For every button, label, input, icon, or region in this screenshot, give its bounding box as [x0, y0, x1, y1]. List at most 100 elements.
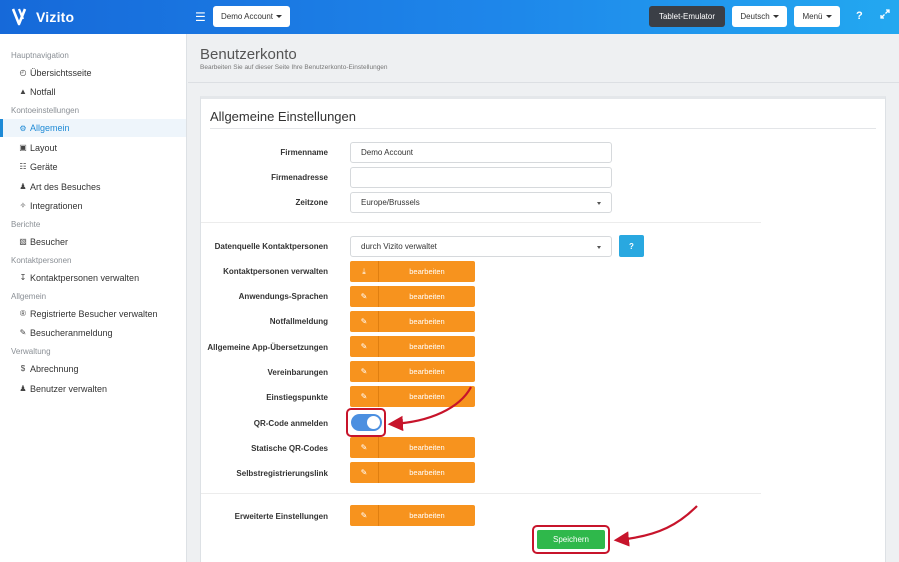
- users-icon: ♟: [19, 182, 27, 191]
- kontaktpersonen-verwalten-edit-button[interactable]: ⤓ bearbeiten: [350, 261, 475, 282]
- tablet-emulator-label: Tablet-Emulator: [658, 12, 716, 21]
- sidebar-heading-allgemein: Allgemein: [11, 292, 47, 301]
- edit-button-label: bearbeiten: [409, 468, 445, 477]
- sitemap-icon: ☷: [19, 162, 27, 171]
- selbstregistrierungslink-label: Selbstregistrierungslink: [236, 469, 328, 478]
- image-icon: ▣: [19, 143, 27, 152]
- sidebar-heading-verwaltung: Verwaltung: [11, 347, 51, 356]
- edit-icon: ✎: [350, 361, 379, 382]
- notfallmeldung-edit-button[interactable]: ✎ bearbeiten: [350, 311, 475, 332]
- edit-icon: ✎: [350, 286, 379, 307]
- edit-button-label: bearbeiten: [409, 367, 445, 376]
- qr-code-toggle[interactable]: [351, 414, 382, 431]
- dollar-icon: $: [20, 364, 26, 373]
- account-dropdown[interactable]: Demo Account: [213, 6, 290, 27]
- edit-icon: ✎: [350, 505, 379, 526]
- sidebar-item-label: Abrechnung: [30, 363, 79, 374]
- edit-button-label: bearbeiten: [409, 267, 445, 276]
- account-dropdown-label: Demo Account: [220, 12, 274, 21]
- save-button[interactable]: Speichern: [537, 530, 605, 549]
- firmenadresse-label: Firmenadresse: [271, 173, 328, 182]
- sidebar-item-besucheranmeldung[interactable]: ✎ Besucheranmeldung: [0, 324, 186, 341]
- edit-button-label: bearbeiten: [409, 292, 445, 301]
- page-title: Benutzerkonto: [200, 46, 297, 63]
- sidebar-item-label: Übersichtsseite: [30, 67, 92, 78]
- edit-button-label: bearbeiten: [409, 443, 445, 452]
- hamburger-menu-icon[interactable]: ☰: [195, 10, 206, 24]
- section-divider: [201, 222, 761, 223]
- erweiterte-einstellungen-edit-button[interactable]: ✎ bearbeiten: [350, 505, 475, 526]
- sidebar-item-label: Besucheranmeldung: [30, 327, 113, 338]
- edit-icon: ✎: [350, 386, 379, 407]
- statische-qr-codes-label: Statische QR-Codes: [251, 444, 328, 453]
- einstiegspunkte-edit-button[interactable]: ✎ bearbeiten: [350, 386, 475, 407]
- kontaktpersonen-verwalten-label: Kontaktpersonen verwalten: [223, 267, 328, 276]
- caret-down-icon: [825, 15, 832, 18]
- sidebar-item-label: Layout: [30, 142, 58, 153]
- download-icon: ↧: [19, 273, 27, 282]
- sidebar-item-label: Kontaktpersonen verwalten: [30, 272, 140, 283]
- user-plus-icon: ♟: [19, 384, 27, 393]
- datenquelle-select[interactable]: durch Vizito verwaltet: [350, 236, 612, 257]
- edit-icon: ✎: [350, 437, 379, 458]
- erweiterte-einstellungen-label: Erweiterte Einstellungen: [234, 512, 328, 521]
- expand-icon[interactable]: [880, 9, 890, 22]
- vizito-logo-icon: [12, 8, 27, 26]
- gear-icon: ⚙: [19, 123, 27, 133]
- panel-title-divider: [210, 128, 876, 129]
- firmenadresse-input[interactable]: [350, 167, 612, 188]
- page-subtitle: Bearbeiten Sie auf dieser Seite Ihre Ben…: [200, 64, 388, 71]
- toggle-knob: [367, 416, 380, 429]
- edit-button-label: bearbeiten: [409, 392, 445, 401]
- top-navbar: Vizito ☰ Demo Account Tablet-Emulator De…: [0, 0, 899, 34]
- help-circle-icon[interactable]: ?: [856, 10, 863, 22]
- firmenname-label: Firmenname: [280, 148, 328, 157]
- panel-title: Allgemeine Einstellungen: [210, 109, 356, 124]
- app-uebersetzungen-label: Allgemeine App-Übersetzungen: [207, 343, 328, 352]
- brand-logo[interactable]: Vizito: [12, 8, 74, 26]
- qr-code-anmelden-label: QR-Code anmelden: [253, 419, 328, 428]
- edit-button-label: bearbeiten: [409, 317, 445, 326]
- menu-dropdown-label: Menü: [802, 12, 823, 21]
- section-divider: [201, 493, 761, 494]
- gauge-icon: ◴: [19, 68, 27, 77]
- edit-button-label: bearbeiten: [409, 342, 445, 351]
- selbstregistrierungslink-edit-button[interactable]: ✎ bearbeiten: [350, 462, 475, 483]
- edit-icon: ✎: [350, 311, 379, 332]
- sidebar-heading-kontaktpersonen: Kontaktpersonen: [11, 256, 72, 265]
- edit-button-label: bearbeiten: [409, 511, 445, 520]
- vereinbarungen-label: Vereinbarungen: [267, 368, 328, 377]
- einstiegspunkte-label: Einstiegspunkte: [266, 393, 328, 402]
- anwendungs-sprachen-label: Anwendungs-Sprachen: [238, 292, 328, 301]
- header-divider: [188, 82, 899, 83]
- language-dropdown-label: Deutsch: [740, 12, 770, 21]
- plug-icon: ✧: [19, 201, 27, 210]
- menu-dropdown[interactable]: Menü: [794, 6, 840, 27]
- caret-down-icon: [276, 15, 283, 18]
- sidebar-item-label: Allgemein: [30, 123, 70, 133]
- sidebar-heading-berichte: Berichte: [11, 220, 41, 229]
- sidebar-heading-kontoeinstellungen: Kontoeinstellungen: [11, 106, 80, 115]
- sidebar-item-uebersichtsseite[interactable]: ◴ Übersichtsseite: [0, 64, 186, 81]
- sidebar-item-allgemein[interactable]: ⚙ Allgemein: [0, 119, 186, 137]
- sidebar-item-label: Art des Besuches: [30, 181, 101, 192]
- firmenname-input[interactable]: Demo Account: [350, 142, 612, 163]
- language-dropdown[interactable]: Deutsch: [732, 6, 787, 27]
- brand-name: Vizito: [36, 9, 75, 25]
- sidebar-item-label: Integrationen: [30, 200, 83, 211]
- sidebar-item-notfall[interactable]: ▲ Notfall: [0, 83, 186, 100]
- vereinbarungen-edit-button[interactable]: ✎ bearbeiten: [350, 361, 475, 382]
- zeitzone-select[interactable]: Europe/Brussels: [350, 192, 612, 213]
- statische-qr-codes-edit-button[interactable]: ✎ bearbeiten: [350, 437, 475, 458]
- sidebar-item-label: Notfall: [30, 86, 56, 97]
- warning-icon: ▲: [19, 87, 27, 96]
- datenquelle-help-button[interactable]: ?: [619, 235, 644, 257]
- registered-icon: ®: [20, 309, 26, 318]
- download-icon: ⤓: [350, 261, 379, 282]
- sidebar-item-label: Besucher: [30, 236, 69, 247]
- app-uebersetzungen-edit-button[interactable]: ✎ bearbeiten: [350, 336, 475, 357]
- tablet-emulator-button[interactable]: Tablet-Emulator: [649, 6, 725, 27]
- anwendungs-sprachen-edit-button[interactable]: ✎ bearbeiten: [350, 286, 475, 307]
- sidebar-heading-hauptnavigation: Hauptnavigation: [11, 51, 69, 60]
- sidebar-item-label: Geräte: [30, 161, 58, 172]
